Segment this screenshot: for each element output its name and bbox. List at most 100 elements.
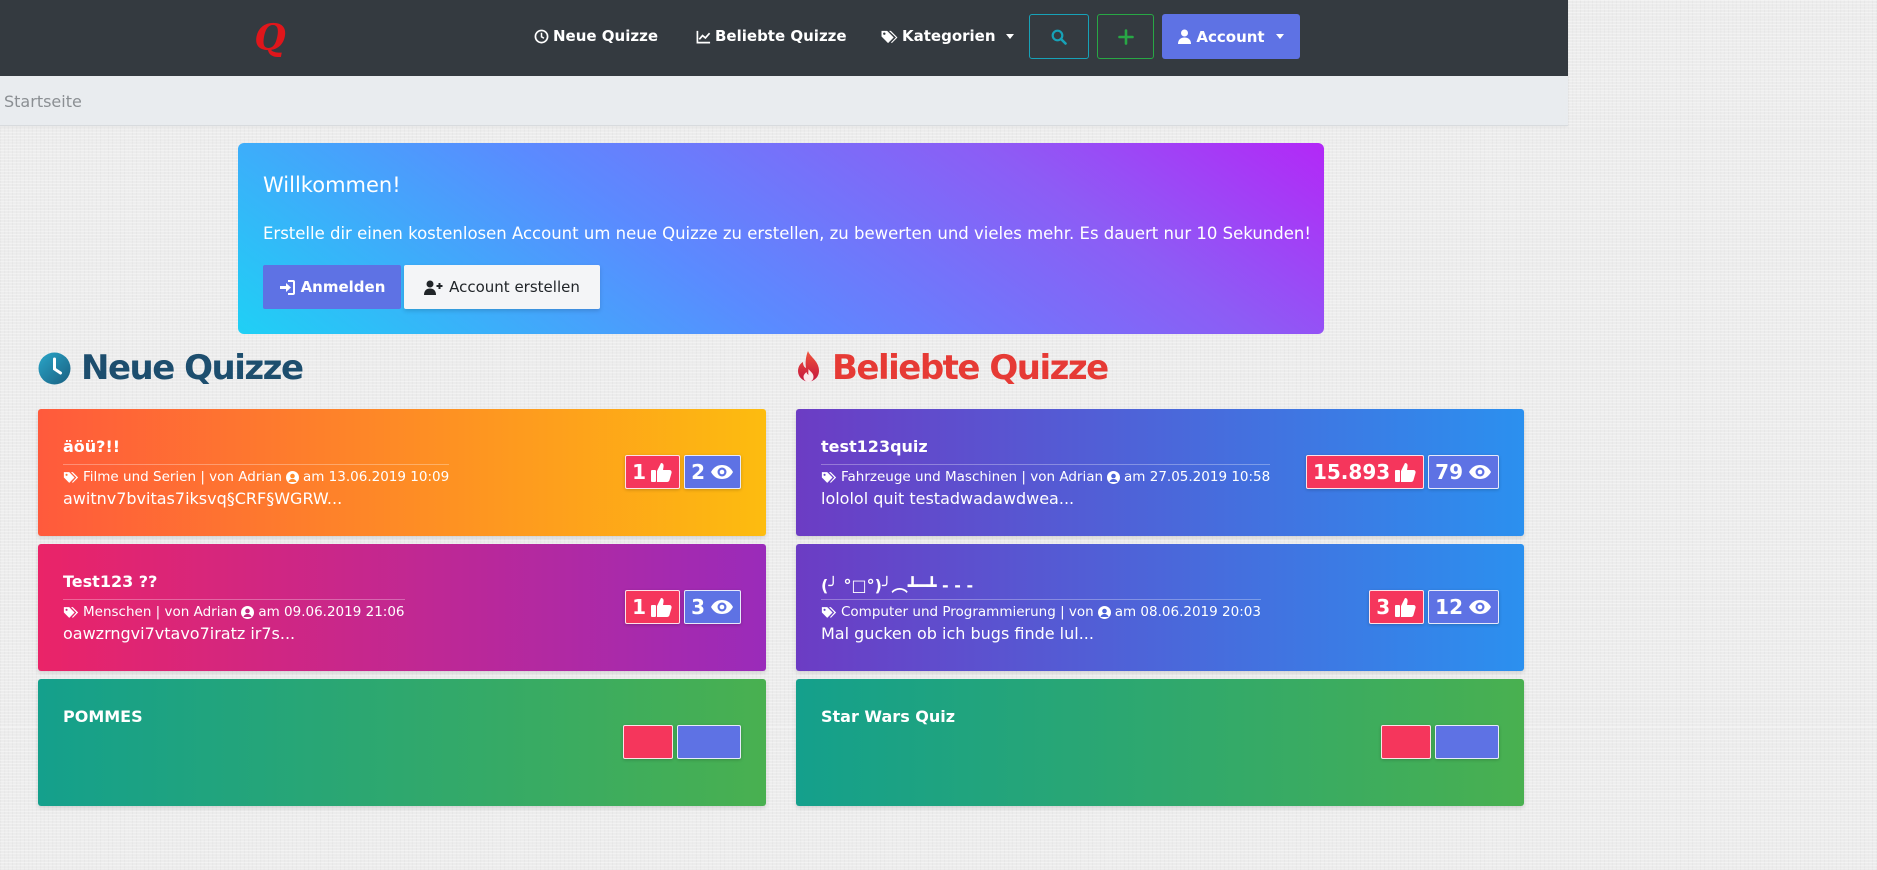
nav-link-new-quizzes[interactable]: Neue Quizze [534,24,658,48]
user-circle-icon [285,470,299,484]
quiz-date: am 27.05.2019 10:58 [1124,469,1271,485]
quiz-stats: 3 12 [1369,590,1499,624]
search-button[interactable] [1029,14,1089,59]
user-circle-icon [1097,605,1111,619]
create-account-label: Account erstellen [449,278,580,296]
user-circle-icon [241,605,255,619]
quiz-card[interactable]: Star Wars Quiz [796,679,1524,806]
login-button[interactable]: Anmelden [263,265,401,309]
eye-icon [711,600,733,614]
breadcrumb: Startseite [0,76,1568,126]
quiz-title: test123quiz [821,437,928,456]
quiz-date: am 09.06.2019 21:06 [258,604,405,620]
likes-badge [1381,725,1431,759]
nav-link-label: Kategorien [902,27,996,45]
quiz-meta: Filme und Serien | von Adrian am 13.06.2… [63,464,450,485]
quiz-card[interactable]: äöü?!! Filme und Serien | von Adrian am … [38,409,766,536]
svg-text:Q: Q [254,17,285,59]
views-count: 3 [691,595,705,619]
tags-icon [63,471,79,483]
nav-link-popular-quizzes[interactable]: Beliebte Quizze [696,24,847,48]
quiz-category-author: Filme und Serien | von Adrian [83,469,282,485]
thumbs-up-icon [651,598,672,617]
quiz-description: lololol quit testadwadawdwea... [821,489,1075,508]
chevron-down-icon [1275,34,1284,39]
likes-badge: 1 [625,590,681,624]
views-badge: 12 [1428,590,1499,624]
plus-icon [1117,28,1134,45]
views-count: 2 [691,460,705,484]
quiz-card[interactable]: (╯ °□°)╯︵┻━┻ - - - Computer und Programm… [796,544,1524,671]
views-badge: 2 [684,455,741,489]
quiz-stats: 1 2 [625,455,741,489]
welcome-title: Willkommen! [263,173,401,197]
views-badge: 79 [1428,455,1499,489]
section-title: Beliebte Quizze [832,348,1109,388]
search-icon [1051,29,1067,45]
welcome-text: Erstelle dir einen kostenlosen Account u… [263,224,1311,243]
views-count: 79 [1435,460,1463,484]
nav-link-label: Neue Quizze [553,27,659,45]
quiz-title: POMMES [63,707,143,726]
likes-count: 1 [632,460,647,484]
views-badge [1435,725,1499,759]
fire-icon [798,351,819,382]
clock-icon [534,29,549,43]
likes-count: 3 [1376,595,1391,619]
quiz-meta: Computer und Programmierung | von am 08.… [821,599,1261,620]
section-title: Neue Quizze [81,348,304,388]
quiz-description: oawzrngvi7vtavo7iratz ir7s... [63,624,296,643]
likes-badge: 1 [625,455,681,489]
thumbs-up-icon [651,463,672,482]
create-account-button[interactable]: Account erstellen [404,265,600,309]
chevron-down-icon [1005,33,1014,39]
quiz-stats [623,725,741,759]
views-badge: 3 [684,590,741,624]
likes-badge [623,725,673,759]
quiz-stats: 15.893 79 [1305,455,1499,489]
likes-count: 1 [632,595,647,619]
quiz-meta: Menschen | von Adrian am 09.06.2019 21:0… [63,599,405,620]
quiz-title: äöü?!! [63,437,121,456]
sign-in-icon [279,279,295,295]
quiz-category-author: Fahrzeuge und Maschinen | von Adrian [841,469,1104,485]
quiz-card[interactable]: test123quiz Fahrzeuge und Maschinen | vo… [796,409,1524,536]
user-plus-icon [424,280,443,295]
quiz-description: awitnv7bvitas7iksvq§CRF§WGRW... [63,489,343,508]
eye-icon [711,465,733,479]
site-logo[interactable]: Q [253,14,287,60]
chart-line-icon [696,30,711,43]
welcome-panel: Willkommen! Erstelle dir einen kostenlos… [238,143,1324,334]
login-label: Anmelden [300,278,386,296]
quiz-card[interactable]: POMMES [38,679,766,806]
quiz-category-author: Menschen | von Adrian [83,604,238,620]
tags-icon [821,606,837,618]
nav-link-label: Beliebte Quizze [715,27,847,45]
views-count: 12 [1435,595,1463,619]
account-dropdown-button[interactable]: Account [1162,14,1300,59]
likes-count: 15.893 [1312,460,1391,484]
popular-quizzes-heading: Beliebte Quizze [795,346,1109,390]
quiz-meta: Fahrzeuge und Maschinen | von Adrian am … [821,464,1271,485]
likes-badge: 3 [1369,590,1425,624]
user-circle-icon [1107,470,1121,484]
clock-icon [38,352,71,384]
account-label: Account [1196,27,1265,46]
navbar: Q Neue Quizze Beliebte Quizze Kategorien… [0,0,1568,76]
add-quiz-button[interactable] [1097,14,1154,59]
breadcrumb-current: Startseite [4,92,82,111]
quiz-card[interactable]: Test123 ?? Menschen | von Adrian am 09.0… [38,544,766,671]
quiz-date: am 13.06.2019 10:09 [302,469,450,485]
quiz-stats: 1 3 [625,590,741,624]
thumbs-up-icon [1395,598,1416,617]
eye-icon [1469,600,1491,614]
nav-dropdown-categories[interactable]: Kategorien [880,24,1014,48]
thumbs-up-icon [1395,463,1416,482]
quiz-stats [1381,725,1499,759]
quiz-title: Star Wars Quiz [821,707,956,726]
user-icon [1178,29,1192,44]
eye-icon [1469,465,1491,479]
likes-badge: 15.893 [1305,455,1425,489]
quiz-description: Mal gucken ob ich bugs finde lul... [821,624,1094,643]
tags-icon [63,606,79,618]
